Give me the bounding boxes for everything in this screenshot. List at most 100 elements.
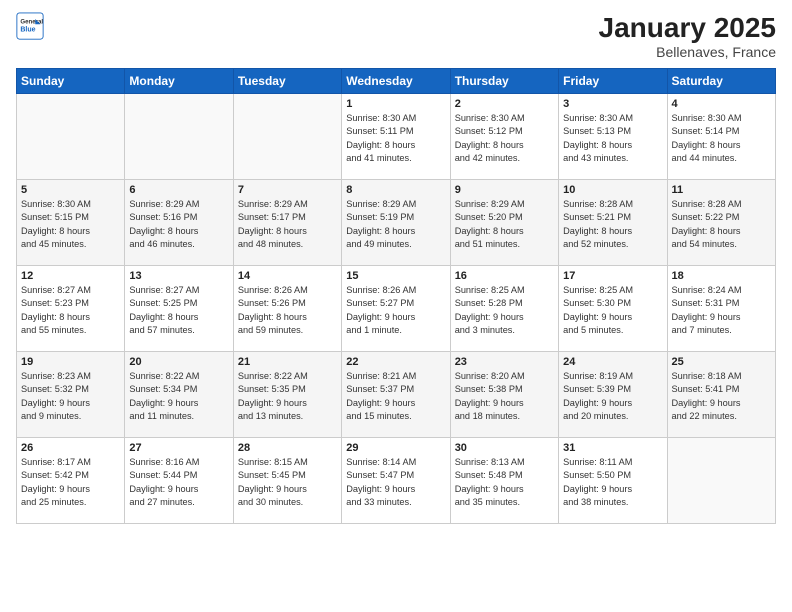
day-info: Sunrise: 8:23 AM Sunset: 5:32 PM Dayligh… xyxy=(21,370,120,423)
week-row-4: 19 Sunrise: 8:23 AM Sunset: 5:32 PM Dayli… xyxy=(17,352,776,438)
day-number: 19 xyxy=(21,356,120,368)
day-cell: 24 Sunrise: 8:19 AM Sunset: 5:39 PM Dayli… xyxy=(559,352,667,438)
day-cell: 23 Sunrise: 8:20 AM Sunset: 5:38 PM Dayli… xyxy=(450,352,558,438)
day-info: Sunrise: 8:28 AM Sunset: 5:22 PM Dayligh… xyxy=(672,198,771,251)
day-info: Sunrise: 8:13 AM Sunset: 5:48 PM Dayligh… xyxy=(455,456,554,509)
day-info: Sunrise: 8:30 AM Sunset: 5:13 PM Dayligh… xyxy=(563,112,662,165)
day-info: Sunrise: 8:25 AM Sunset: 5:30 PM Dayligh… xyxy=(563,284,662,337)
day-number: 7 xyxy=(238,184,337,196)
day-cell: 3 Sunrise: 8:30 AM Sunset: 5:13 PM Daylig… xyxy=(559,94,667,180)
day-cell: 29 Sunrise: 8:14 AM Sunset: 5:47 PM Dayli… xyxy=(342,438,450,524)
location: Bellenaves, France xyxy=(599,44,776,60)
weekday-header-tuesday: Tuesday xyxy=(233,69,341,94)
day-info: Sunrise: 8:27 AM Sunset: 5:23 PM Dayligh… xyxy=(21,284,120,337)
month-title: January 2025 xyxy=(599,12,776,44)
day-cell: 4 Sunrise: 8:30 AM Sunset: 5:14 PM Daylig… xyxy=(667,94,775,180)
weekday-header-row: SundayMondayTuesdayWednesdayThursdayFrid… xyxy=(17,69,776,94)
day-cell: 19 Sunrise: 8:23 AM Sunset: 5:32 PM Dayli… xyxy=(17,352,125,438)
day-info: Sunrise: 8:26 AM Sunset: 5:26 PM Dayligh… xyxy=(238,284,337,337)
day-number: 1 xyxy=(346,98,445,110)
day-info: Sunrise: 8:30 AM Sunset: 5:14 PM Dayligh… xyxy=(672,112,771,165)
day-number: 24 xyxy=(563,356,662,368)
day-info: Sunrise: 8:20 AM Sunset: 5:38 PM Dayligh… xyxy=(455,370,554,423)
day-info: Sunrise: 8:28 AM Sunset: 5:21 PM Dayligh… xyxy=(563,198,662,251)
day-info: Sunrise: 8:30 AM Sunset: 5:15 PM Dayligh… xyxy=(21,198,120,251)
day-info: Sunrise: 8:17 AM Sunset: 5:42 PM Dayligh… xyxy=(21,456,120,509)
day-cell xyxy=(125,94,233,180)
day-cell: 7 Sunrise: 8:29 AM Sunset: 5:17 PM Daylig… xyxy=(233,180,341,266)
day-info: Sunrise: 8:26 AM Sunset: 5:27 PM Dayligh… xyxy=(346,284,445,337)
day-cell: 20 Sunrise: 8:22 AM Sunset: 5:34 PM Dayli… xyxy=(125,352,233,438)
day-number: 3 xyxy=(563,98,662,110)
day-cell: 30 Sunrise: 8:13 AM Sunset: 5:48 PM Dayli… xyxy=(450,438,558,524)
day-info: Sunrise: 8:29 AM Sunset: 5:19 PM Dayligh… xyxy=(346,198,445,251)
day-info: Sunrise: 8:19 AM Sunset: 5:39 PM Dayligh… xyxy=(563,370,662,423)
day-number: 2 xyxy=(455,98,554,110)
day-cell: 8 Sunrise: 8:29 AM Sunset: 5:19 PM Daylig… xyxy=(342,180,450,266)
page: General Blue January 2025 Bellenaves, Fr… xyxy=(0,0,792,612)
weekday-header-monday: Monday xyxy=(125,69,233,94)
day-number: 25 xyxy=(672,356,771,368)
day-number: 4 xyxy=(672,98,771,110)
day-cell: 26 Sunrise: 8:17 AM Sunset: 5:42 PM Dayli… xyxy=(17,438,125,524)
day-cell: 1 Sunrise: 8:30 AM Sunset: 5:11 PM Daylig… xyxy=(342,94,450,180)
day-number: 23 xyxy=(455,356,554,368)
day-info: Sunrise: 8:29 AM Sunset: 5:17 PM Dayligh… xyxy=(238,198,337,251)
day-info: Sunrise: 8:22 AM Sunset: 5:35 PM Dayligh… xyxy=(238,370,337,423)
day-cell: 22 Sunrise: 8:21 AM Sunset: 5:37 PM Dayli… xyxy=(342,352,450,438)
svg-text:General: General xyxy=(20,18,43,25)
day-number: 14 xyxy=(238,270,337,282)
day-cell: 14 Sunrise: 8:26 AM Sunset: 5:26 PM Dayli… xyxy=(233,266,341,352)
day-info: Sunrise: 8:16 AM Sunset: 5:44 PM Dayligh… xyxy=(129,456,228,509)
day-cell: 10 Sunrise: 8:28 AM Sunset: 5:21 PM Dayli… xyxy=(559,180,667,266)
day-number: 8 xyxy=(346,184,445,196)
day-number: 29 xyxy=(346,442,445,454)
day-number: 22 xyxy=(346,356,445,368)
day-info: Sunrise: 8:22 AM Sunset: 5:34 PM Dayligh… xyxy=(129,370,228,423)
day-cell: 31Sunrise: 8:11 AM Sunset: 5:50 PM Dayli… xyxy=(559,438,667,524)
day-number: 30 xyxy=(455,442,554,454)
day-info: Sunrise: 8:30 AM Sunset: 5:11 PM Dayligh… xyxy=(346,112,445,165)
calendar: SundayMondayTuesdayWednesdayThursdayFrid… xyxy=(16,68,776,524)
day-cell: 21 Sunrise: 8:22 AM Sunset: 5:35 PM Dayli… xyxy=(233,352,341,438)
day-info: Sunrise: 8:14 AM Sunset: 5:47 PM Dayligh… xyxy=(346,456,445,509)
logo: General Blue xyxy=(16,12,44,40)
day-cell: 17Sunrise: 8:25 AM Sunset: 5:30 PM Dayli… xyxy=(559,266,667,352)
day-info: Sunrise: 8:21 AM Sunset: 5:37 PM Dayligh… xyxy=(346,370,445,423)
week-row-1: 1 Sunrise: 8:30 AM Sunset: 5:11 PM Daylig… xyxy=(17,94,776,180)
svg-text:Blue: Blue xyxy=(20,26,35,33)
day-cell: 18Sunrise: 8:24 AM Sunset: 5:31 PM Dayli… xyxy=(667,266,775,352)
day-number: 16 xyxy=(455,270,554,282)
day-cell: 13 Sunrise: 8:27 AM Sunset: 5:25 PM Dayli… xyxy=(125,266,233,352)
day-number: 26 xyxy=(21,442,120,454)
day-info: Sunrise: 8:29 AM Sunset: 5:16 PM Dayligh… xyxy=(129,198,228,251)
day-info: Sunrise: 8:25 AM Sunset: 5:28 PM Dayligh… xyxy=(455,284,554,337)
day-number: 11 xyxy=(672,184,771,196)
logo-icon: General Blue xyxy=(16,12,44,40)
weekday-header-saturday: Saturday xyxy=(667,69,775,94)
day-cell: 28Sunrise: 8:15 AM Sunset: 5:45 PM Dayli… xyxy=(233,438,341,524)
day-info: Sunrise: 8:30 AM Sunset: 5:12 PM Dayligh… xyxy=(455,112,554,165)
day-number: 13 xyxy=(129,270,228,282)
day-cell: 12 Sunrise: 8:27 AM Sunset: 5:23 PM Dayli… xyxy=(17,266,125,352)
day-cell: 16 Sunrise: 8:25 AM Sunset: 5:28 PM Dayli… xyxy=(450,266,558,352)
day-number: 15 xyxy=(346,270,445,282)
day-cell: 25 Sunrise: 8:18 AM Sunset: 5:41 PM Dayli… xyxy=(667,352,775,438)
day-cell xyxy=(233,94,341,180)
week-row-3: 12 Sunrise: 8:27 AM Sunset: 5:23 PM Dayli… xyxy=(17,266,776,352)
day-cell xyxy=(17,94,125,180)
day-cell: 27Sunrise: 8:16 AM Sunset: 5:44 PM Dayli… xyxy=(125,438,233,524)
day-number: 12 xyxy=(21,270,120,282)
day-number: 28 xyxy=(238,442,337,454)
day-info: Sunrise: 8:29 AM Sunset: 5:20 PM Dayligh… xyxy=(455,198,554,251)
day-number: 20 xyxy=(129,356,228,368)
day-number: 10 xyxy=(563,184,662,196)
day-cell: 5Sunrise: 8:30 AM Sunset: 5:15 PM Daylig… xyxy=(17,180,125,266)
day-number: 31 xyxy=(563,442,662,454)
header: General Blue January 2025 Bellenaves, Fr… xyxy=(16,12,776,60)
day-number: 21 xyxy=(238,356,337,368)
day-info: Sunrise: 8:27 AM Sunset: 5:25 PM Dayligh… xyxy=(129,284,228,337)
weekday-header-thursday: Thursday xyxy=(450,69,558,94)
day-info: Sunrise: 8:18 AM Sunset: 5:41 PM Dayligh… xyxy=(672,370,771,423)
day-cell: 15 Sunrise: 8:26 AM Sunset: 5:27 PM Dayli… xyxy=(342,266,450,352)
